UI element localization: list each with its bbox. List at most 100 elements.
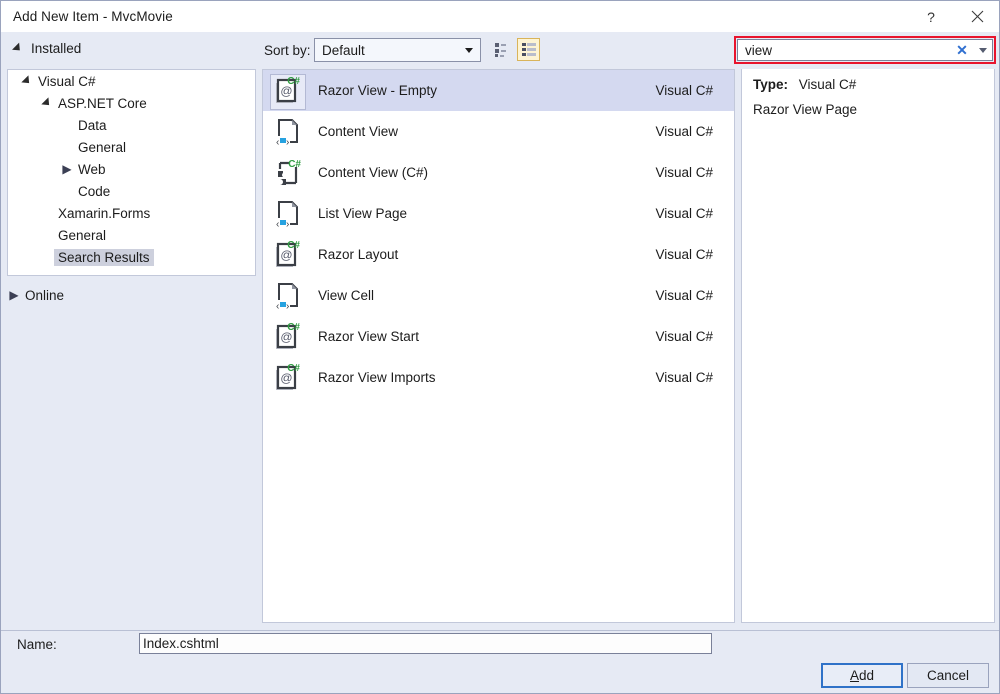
installed-label: Installed [31,41,81,56]
svg-text:‹: ‹ [276,301,279,312]
help-icon[interactable]: ? [909,1,953,32]
razor-cs-icon: @C# [272,362,304,394]
template-language: Visual C# [655,329,713,344]
add-new-item-dialog: Add New Item - MvcMovie ? Installed Sort… [0,0,1000,694]
template-list-item[interactable]: ‹›View CellVisual C# [263,275,734,316]
sidebar-item-code[interactable]: Code [8,180,255,202]
sidebar-item-asp-net-core[interactable]: ASP.NET Core [8,92,255,114]
installed-section-header[interactable]: Installed [12,41,81,56]
template-list-item[interactable]: @C#Razor LayoutVisual C# [263,234,734,275]
chevron-down-icon [12,42,23,53]
template-name: Razor View Imports [318,370,655,385]
tile-view-button[interactable] [490,38,513,61]
sidebar-item-label: Search Results [54,249,154,266]
sidebar-item-web[interactable]: ▶Web [8,158,255,180]
template-language: Visual C# [655,288,713,303]
template-name: Razor Layout [318,247,655,262]
tree-spacer [40,250,54,264]
grid-view-icon [494,42,510,58]
svg-text:C#: C# [287,363,300,374]
cancel-button[interactable]: Cancel [907,663,989,688]
cancel-label: Cancel [927,668,969,683]
sidebar-item-data[interactable]: Data [8,114,255,136]
sort-by-dropdown[interactable]: Default [314,38,481,62]
detail-type-row: Type: Visual C# [753,77,856,92]
svg-text:‹: ‹ [276,219,279,230]
template-name: List View Page [318,206,655,221]
content-page-icon: ‹› [272,198,304,230]
template-list-item[interactable]: @C#Razor View - EmptyVisual C# [263,70,734,111]
sidebar-item-visual-c[interactable]: Visual C# [8,70,255,92]
razor-cs-icon: @C# [272,75,304,107]
content-cs-icon: C# [272,157,304,189]
chevron-down-icon[interactable] [979,48,987,53]
sidebar-item-label: Visual C# [38,74,96,89]
detail-description: Razor View Page [753,102,857,117]
tree-spacer [60,118,74,132]
sidebar-item-general[interactable]: General [8,224,255,246]
close-icon[interactable] [955,1,999,32]
online-section-header[interactable]: ▶ Online [7,283,256,307]
templates-list[interactable]: @C#Razor View - EmptyVisual C#‹›Content … [262,69,735,623]
svg-text:C#: C# [287,76,300,87]
details-panel: Type: Visual C# Razor View Page [741,69,995,623]
help-glyph: ? [927,9,935,25]
title-bar: Add New Item - MvcMovie ? [1,1,1000,32]
content-page-icon: ‹› [272,280,304,312]
sidebar-item-label: Xamarin.Forms [58,206,150,221]
add-accel: A [850,668,859,683]
search-input[interactable] [743,42,938,59]
razor-cs-icon: @C# [272,321,304,353]
razor-cs-icon: @C# [272,239,304,271]
template-list-item[interactable]: C# Content View (C#)Visual C# [263,152,734,193]
content-page-icon: ‹› [272,198,304,230]
footer-divider [1,630,1000,631]
svg-text:›: › [286,219,289,230]
razor-cs-icon: @C# [272,362,304,394]
chevron-right-icon[interactable]: ▶ [60,162,74,176]
template-list-item[interactable]: ‹›List View PageVisual C# [263,193,734,234]
template-language: Visual C# [655,370,713,385]
template-language: Visual C# [655,83,713,98]
template-name: Content View (C#) [318,165,655,180]
svg-text:C#: C# [287,322,300,333]
svg-text:›: › [286,301,289,312]
tree-spacer [40,228,54,242]
template-name: Content View [318,124,655,139]
search-box[interactable]: ✕ [737,39,993,61]
template-list-item[interactable]: @C# Razor View ImportsVisual C# [263,357,734,398]
content-page-icon: ‹› [272,116,304,148]
template-language: Visual C# [655,124,713,139]
tree-spacer [60,140,74,154]
add-button[interactable]: Add [821,663,903,688]
sort-by-label: Sort by: [264,43,311,58]
sidebar-item-label: General [58,228,106,243]
name-label: Name: [17,637,57,652]
dialog-title: Add New Item - MvcMovie [13,9,173,24]
template-language: Visual C# [655,165,713,180]
template-language: Visual C# [655,206,713,221]
svg-text:›: › [286,137,289,148]
add-rest: dd [859,668,874,683]
svg-text:C#: C# [287,240,300,251]
sidebar-item-label: ASP.NET Core [58,96,147,111]
details-view-button[interactable] [517,38,540,61]
clear-search-icon[interactable]: ✕ [954,42,970,59]
template-name: Razor View Start [318,329,655,344]
name-input[interactable] [139,633,712,654]
sidebar-item-label: General [78,140,126,155]
chevron-down-icon[interactable] [20,74,34,88]
template-list-item[interactable]: ‹› Content ViewVisual C# [263,111,734,152]
content-cs-icon: C# [272,157,304,189]
sidebar-item-xamarin-forms[interactable]: Xamarin.Forms [8,202,255,224]
sidebar-item-search-results[interactable]: Search Results [8,246,255,268]
online-label: Online [25,288,64,303]
list-view-icon [521,42,537,57]
svg-text:C#: C# [288,159,301,170]
chevron-down-icon[interactable] [40,96,54,110]
chevron-right-icon: ▶ [7,288,21,302]
search-highlight-box: ✕ [734,36,996,64]
template-list-item[interactable]: @C# Razor View StartVisual C# [263,316,734,357]
categories-tree: Visual C# ASP.NET Core Data General ▶WebCode… [7,69,256,276]
sidebar-item-general[interactable]: General [8,136,255,158]
